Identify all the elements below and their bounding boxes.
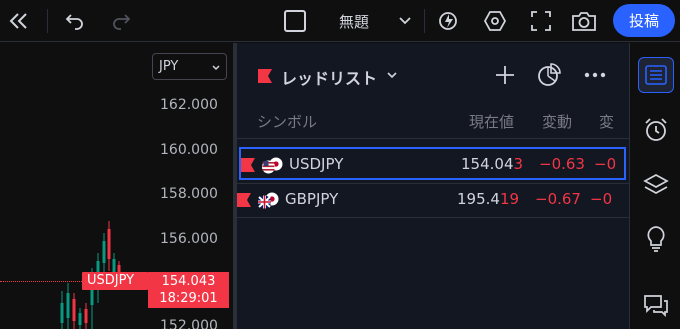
chevron-down-icon[interactable] — [398, 9, 412, 35]
currency-pair-icon — [261, 156, 285, 174]
row-divider — [237, 217, 629, 218]
currency-select[interactable]: JPY — [152, 53, 227, 80]
column-header-last[interactable]: 現在値 — [469, 111, 514, 132]
more-options-icon[interactable] — [581, 61, 609, 89]
settings-hexagon-icon[interactable] — [482, 8, 508, 34]
add-symbol-icon[interactable] — [491, 61, 519, 89]
chat-icon[interactable] — [638, 287, 674, 323]
currency-label: JPY — [159, 59, 179, 74]
watchlist-title[interactable]: レッドリスト — [281, 65, 377, 89]
column-header-change-pct[interactable]: 変 — [599, 111, 614, 132]
row-change-pct: −0 — [594, 155, 617, 173]
chevron-down-icon — [211, 62, 221, 77]
toolbar-separator — [424, 9, 425, 33]
undo-icon[interactable] — [62, 8, 88, 34]
chart-pane[interactable]: JPY 162.000 160.000 158.000 156.000 152.… — [0, 43, 233, 329]
layers-icon[interactable] — [638, 167, 674, 203]
row-change: −0.63 — [539, 155, 585, 173]
price-tick: 152.000 — [160, 318, 218, 329]
row-change: −0.67 — [535, 190, 581, 208]
fullscreen-icon[interactable] — [528, 8, 554, 34]
price-tick: 158.000 — [160, 186, 218, 202]
watchlist-panel: レッドリスト シンボル 現在値 変動 変 USDJPY 154.043 −0.6… — [237, 43, 629, 329]
price-tail: 19 — [499, 190, 520, 208]
candle — [84, 309, 88, 323]
row-symbol: GBPJPY — [285, 190, 339, 208]
last-price-value: 154.043 — [161, 274, 216, 289]
post-button[interactable]: 投稿 — [613, 4, 675, 37]
top-toolbar: 無題 投稿 — [0, 0, 680, 42]
bar-countdown: 18:29:01 — [159, 291, 218, 306]
red-flag-icon[interactable] — [241, 157, 255, 176]
column-header-change[interactable]: 変動 — [542, 111, 572, 132]
candle — [102, 241, 106, 263]
row-symbol: USDJPY — [289, 155, 344, 173]
price-tick: 162.000 — [160, 97, 218, 113]
red-flag-icon — [257, 68, 273, 88]
redo-icon[interactable] — [108, 8, 134, 34]
replay-bolt-icon[interactable] — [436, 8, 462, 34]
candle — [60, 303, 64, 323]
price-tick: 160.000 — [160, 142, 218, 158]
chevron-down-icon[interactable] — [385, 67, 399, 87]
candle — [78, 313, 82, 325]
toolbar-separator — [47, 9, 48, 33]
column-header-symbol[interactable]: シンボル — [257, 111, 317, 132]
candle — [66, 293, 70, 318]
collapse-panel-icon[interactable] — [6, 8, 32, 34]
header-divider — [237, 138, 629, 139]
alarm-clock-icon[interactable] — [638, 112, 674, 148]
layout-title[interactable]: 無題 — [339, 11, 369, 32]
row-last-price: 154.043 — [461, 155, 523, 173]
price-main: 195.4 — [457, 190, 500, 208]
symbol-price-tag: USDJPY — [82, 272, 148, 290]
lightbulb-icon[interactable] — [638, 221, 674, 257]
watchlist-icon[interactable] — [638, 57, 674, 93]
candlestick-series — [60, 221, 121, 329]
price-tick: 156.000 — [160, 231, 218, 247]
pie-chart-icon[interactable] — [535, 61, 563, 89]
last-price-label: 154.043 18:29:01 — [148, 272, 229, 308]
candle — [107, 229, 111, 259]
red-flag-icon[interactable] — [237, 192, 251, 211]
row-last-price: 195.419 — [457, 190, 519, 208]
table-row[interactable]: GBPJPY 195.419 −0.67 −0 — [237, 184, 629, 217]
candle — [72, 299, 76, 321]
price-tail: 3 — [513, 155, 524, 173]
layout-square-icon[interactable] — [284, 10, 306, 32]
table-row[interactable]: USDJPY 154.043 −0.63 −0 — [239, 147, 626, 180]
currency-pair-icon — [257, 191, 281, 209]
price-main: 154.04 — [461, 155, 514, 173]
row-change-pct: −0 — [590, 190, 613, 208]
camera-icon[interactable] — [571, 8, 597, 34]
right-sidebar — [629, 43, 680, 329]
